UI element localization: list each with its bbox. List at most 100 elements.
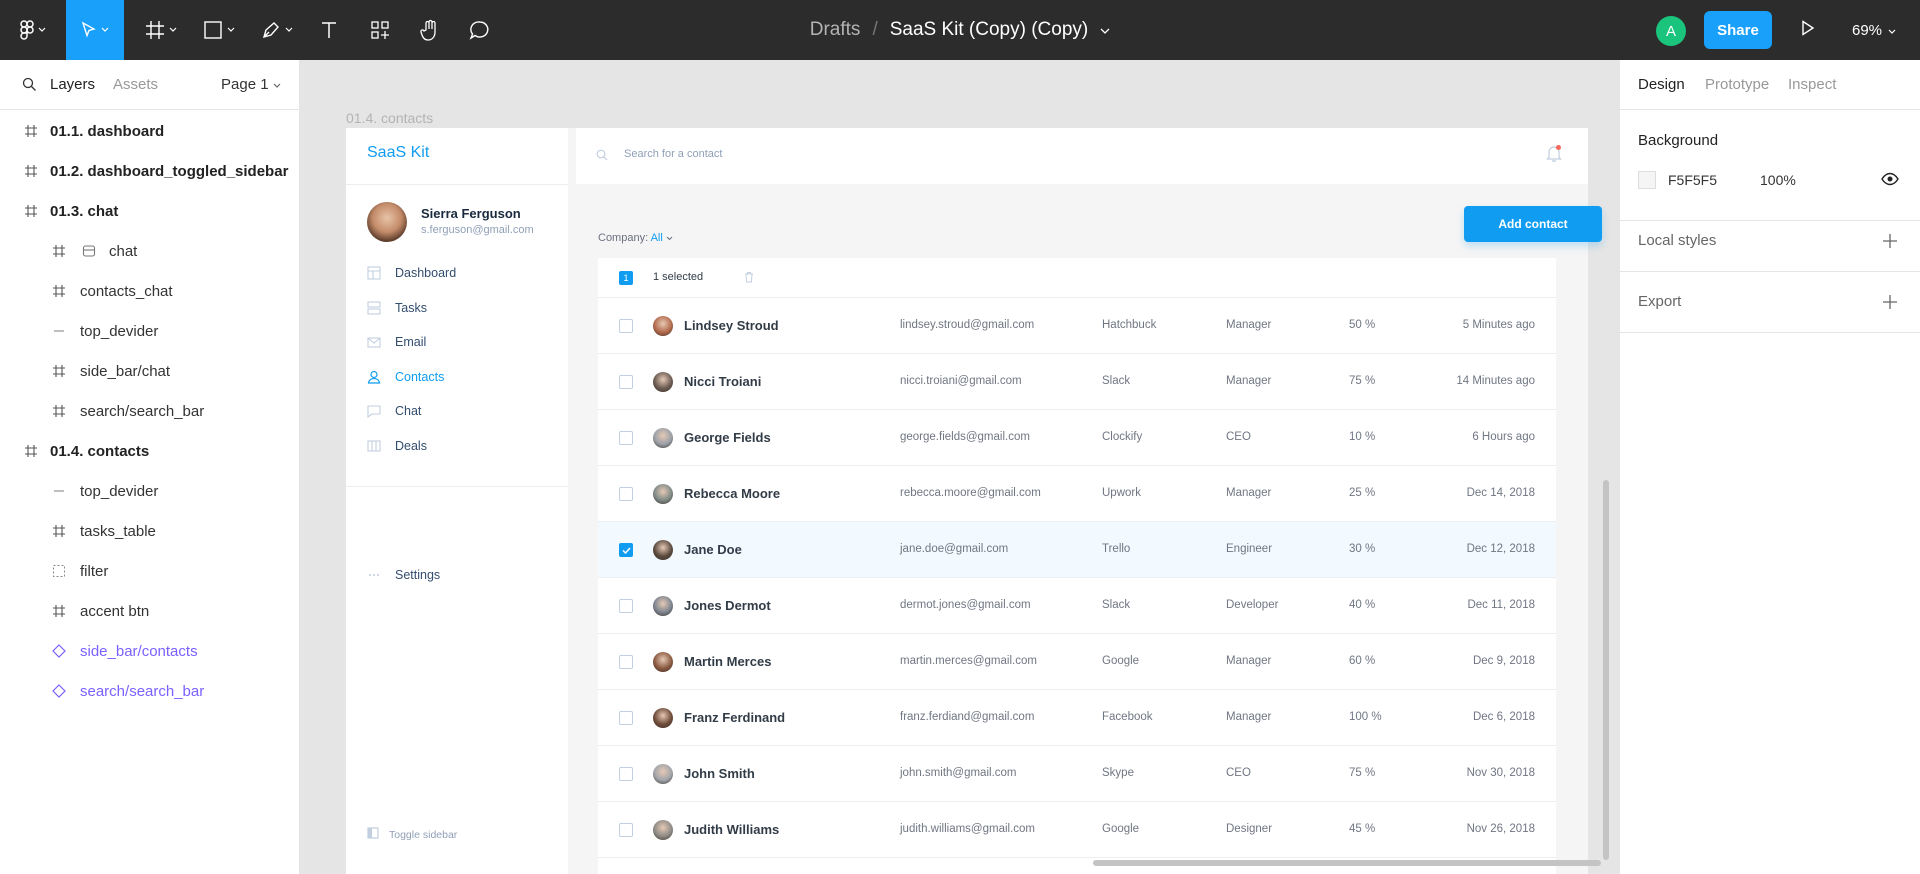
table-row[interactable]: Martin Merces martin.merces@gmail.com Goog… <box>598 634 1556 690</box>
component-instance-icon <box>50 682 68 700</box>
layer-row[interactable]: search/search_bar <box>0 391 300 431</box>
row-checkbox[interactable] <box>619 655 633 669</box>
tab-design[interactable]: Design <box>1638 76 1685 93</box>
notification-bell-icon[interactable] <box>1546 144 1562 167</box>
tab-layers[interactable]: Layers <box>50 76 95 93</box>
move-tool-button[interactable] <box>66 0 124 60</box>
contact-company: Slack <box>1102 599 1131 611</box>
row-checkbox[interactable] <box>619 599 633 613</box>
row-checkbox[interactable] <box>619 823 633 837</box>
sidebar-item-deals[interactable]: Deals <box>367 436 427 456</box>
layer-row[interactable]: 01.1. dashboard <box>0 111 300 151</box>
layer-row[interactable]: top_devider <box>0 311 300 351</box>
sidebar-item-chat[interactable]: Chat <box>367 401 421 421</box>
tab-prototype[interactable]: Prototype <box>1705 76 1769 93</box>
contact-time: Dec 14, 2018 <box>1466 487 1535 499</box>
row-checkbox[interactable] <box>619 767 633 781</box>
pen-tool-button[interactable] <box>252 0 302 60</box>
frame-icon <box>50 602 68 620</box>
contact-company: Upwork <box>1102 487 1141 499</box>
contact-time: Dec 12, 2018 <box>1466 543 1535 555</box>
background-opacity-input[interactable]: 100% <box>1760 172 1796 188</box>
add-contact-button[interactable]: Add contact <box>1464 206 1602 242</box>
main-menu-button[interactable] <box>12 0 54 60</box>
sidebar-item-tasks[interactable]: Tasks <box>367 298 427 318</box>
table-row[interactable]: George Fields george.fields@gmail.com Cloc… <box>598 410 1556 466</box>
contact-position: Developer <box>1226 599 1279 611</box>
page-selector[interactable]: Page 1 <box>221 76 281 93</box>
layer-row[interactable]: 01.4. contacts <box>0 431 300 471</box>
layer-label: tasks_table <box>80 522 156 540</box>
layer-row[interactable]: search/search_bar <box>0 671 300 711</box>
eye-icon[interactable] <box>1881 172 1899 191</box>
layer-row[interactable]: tasks_table <box>0 511 300 551</box>
sidebar-item-dashboard[interactable]: Dashboard <box>367 263 456 283</box>
layer-row[interactable]: side_bar/chat <box>0 351 300 391</box>
hand-tool-button[interactable] <box>410 0 450 60</box>
row-checkbox[interactable] <box>619 431 633 445</box>
breadcrumb-drafts[interactable]: Drafts <box>810 19 861 41</box>
toggle-sidebar-button[interactable]: Toggle sidebar <box>367 827 457 842</box>
user-avatar[interactable]: A <box>1656 16 1686 46</box>
row-checkbox[interactable] <box>619 319 633 333</box>
avatar <box>653 316 673 336</box>
check-icon <box>621 546 631 554</box>
contact-position: Manager <box>1226 487 1272 499</box>
layer-row[interactable]: 01.2. dashboard_toggled_sidebar <box>0 151 300 191</box>
shape-tool-button[interactable] <box>194 0 244 60</box>
layer-row[interactable]: accent btn <box>0 591 300 631</box>
comment-tool-button[interactable] <box>460 0 500 60</box>
zoom-dropdown[interactable]: 69% <box>1852 0 1896 60</box>
table-row[interactable]: Jane Doe jane.doe@gmail.com Trello Engineer… <box>598 522 1556 578</box>
sidebar-item-email[interactable]: Email <box>367 332 426 352</box>
add-local-style-icon[interactable] <box>1882 233 1898 249</box>
line-icon <box>50 482 68 500</box>
frame-tool-button[interactable] <box>136 0 186 60</box>
canvas[interactable]: 01.4. contacts SaaS Kit Sierra Ferguson … <box>300 60 1619 874</box>
table-row[interactable]: Judith Williams judith.williams@gmail.com… <box>598 802 1556 858</box>
search-icon[interactable] <box>22 77 37 97</box>
row-checkbox[interactable] <box>619 487 633 501</box>
layer-row[interactable]: 01.3. chat <box>0 191 300 231</box>
selected-count-badge[interactable]: 1 <box>619 271 633 285</box>
row-checkbox[interactable] <box>619 711 633 725</box>
document-name[interactable]: SaaS Kit (Copy) (Copy) <box>890 19 1089 41</box>
frame-label[interactable]: 01.4. contacts <box>346 110 433 126</box>
contacts-frame[interactable]: SaaS Kit Sierra Ferguson s.ferguson@gmai… <box>346 128 1602 874</box>
table-row[interactable]: John Smith john.smith@gmail.com Skype CEO 75… <box>598 746 1556 802</box>
sidebar-item-contacts[interactable]: Contacts <box>367 367 444 387</box>
avatar <box>653 428 673 448</box>
tab-assets[interactable]: Assets <box>113 76 158 93</box>
table-row[interactable]: Franz Ferdinand franz.ferdiand@gmail.com F… <box>598 690 1556 746</box>
layer-row[interactable]: contacts_chat <box>0 271 300 311</box>
text-tool-icon <box>320 20 338 40</box>
horizontal-scrollbar[interactable] <box>1093 860 1601 866</box>
chevron-down-icon <box>285 27 293 33</box>
layer-row[interactable]: top_devider <box>0 471 300 511</box>
toggle-sidebar-icon <box>367 827 379 842</box>
layer-label: top_devider <box>80 482 159 500</box>
company-filter[interactable]: Company: All <box>598 232 673 244</box>
table-row[interactable]: Rebecca Moore rebecca.moore@gmail.com Upwo… <box>598 466 1556 522</box>
background-color-swatch[interactable] <box>1638 171 1656 189</box>
search-input[interactable]: Search for a contact <box>624 148 722 160</box>
trash-icon[interactable] <box>744 270 754 288</box>
tab-inspect[interactable]: Inspect <box>1788 76 1836 93</box>
layer-row[interactable]: filter <box>0 551 300 591</box>
present-button[interactable] <box>1796 18 1820 42</box>
layer-row[interactable]: chat <box>0 231 300 271</box>
text-tool-button[interactable] <box>310 0 348 60</box>
components-button[interactable] <box>360 0 400 60</box>
table-row[interactable]: Lindsey Stroud lindsey.stroud@gmail.com Ha… <box>598 298 1556 354</box>
row-checkbox[interactable] <box>619 543 633 557</box>
table-row[interactable]: Jones Dermot dermot.jones@gmail.com Slack D… <box>598 578 1556 634</box>
chevron-down-icon[interactable] <box>1100 19 1110 41</box>
background-hex-input[interactable]: F5F5F5 <box>1668 172 1717 188</box>
add-export-icon[interactable] <box>1882 294 1898 310</box>
sidebar-item-settings[interactable]: Settings <box>367 565 440 585</box>
layer-row[interactable]: side_bar/contacts <box>0 631 300 671</box>
table-row[interactable]: Nicci Troiani nicci.troiani@gmail.com Slac… <box>598 354 1556 410</box>
share-button[interactable]: Share <box>1704 11 1772 49</box>
row-checkbox[interactable] <box>619 375 633 389</box>
vertical-scrollbar[interactable] <box>1603 480 1609 860</box>
